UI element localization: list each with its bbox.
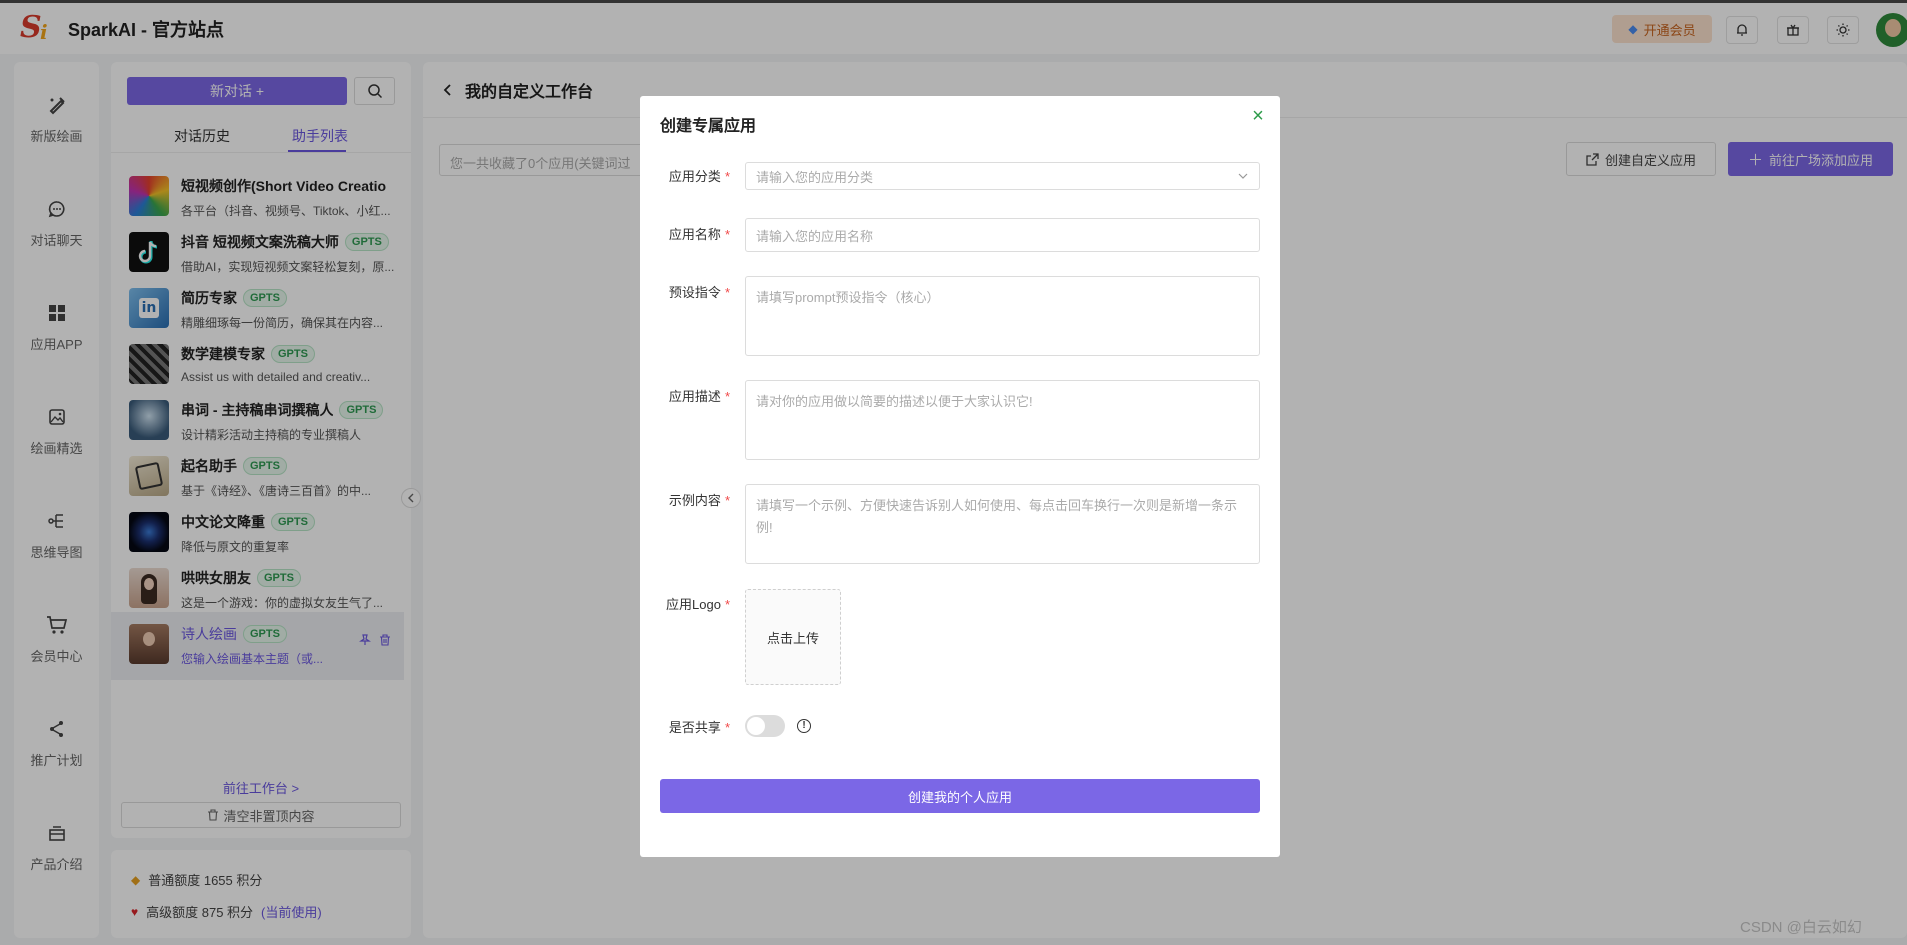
desc-label: 应用描述 * bbox=[640, 386, 730, 405]
name-placeholder: 请输入您的应用名称 bbox=[756, 228, 874, 244]
required-mark: * bbox=[724, 720, 730, 735]
description-textarea[interactable]: 请对你的应用做以简要的描述以便于大家认识它! bbox=[745, 380, 1260, 460]
example-label: 示例内容 * bbox=[640, 490, 730, 509]
category-label-text: 应用分类 bbox=[668, 169, 721, 184]
category-placeholder: 请输入您的应用分类 bbox=[756, 169, 874, 185]
desc-placeholder: 请对你的应用做以简要的描述以便于大家认识它! bbox=[756, 394, 1033, 409]
share-toggle[interactable] bbox=[745, 715, 785, 737]
example-label-text: 示例内容 bbox=[668, 493, 721, 508]
required-mark: * bbox=[724, 169, 730, 184]
chevron-down-icon bbox=[1238, 173, 1248, 179]
prompt-textarea[interactable]: 请填写prompt预设指令（核心） bbox=[745, 276, 1260, 356]
close-icon[interactable]: × bbox=[1249, 106, 1267, 126]
example-textarea[interactable]: 请填写一个示例、方便快速告诉别人如何使用、每点击回车换行一次则是新增一条示例! bbox=[745, 484, 1260, 564]
required-mark: * bbox=[724, 285, 730, 300]
create-app-button[interactable]: 创建我的个人应用 bbox=[660, 779, 1260, 813]
prompt-placeholder: 请填写prompt预设指令（核心） bbox=[756, 290, 940, 305]
upload-label: 点击上传 bbox=[766, 630, 819, 646]
category-select[interactable]: 请输入您的应用分类 bbox=[745, 162, 1260, 190]
modal-title: 创建专属应用 bbox=[660, 118, 757, 135]
app-name-input[interactable]: 请输入您的应用名称 bbox=[745, 218, 1260, 252]
name-label: 应用名称 * bbox=[640, 224, 730, 243]
share-label-text: 是否共享 bbox=[668, 720, 721, 735]
prompt-label: 预设指令 * bbox=[640, 282, 730, 301]
required-mark: * bbox=[724, 493, 730, 508]
create-app-modal: 创建专属应用 × 应用分类 * 请输入您的应用分类 应用名称 * 请输入您的应用名称… bbox=[640, 96, 1280, 857]
required-mark: * bbox=[724, 389, 730, 404]
prompt-label-text: 预设指令 bbox=[668, 285, 721, 300]
logo-label: 应用Logo * bbox=[640, 594, 730, 613]
category-label: 应用分类 * bbox=[640, 166, 730, 185]
info-icon[interactable]: ! bbox=[797, 719, 811, 733]
logo-label-text: 应用Logo bbox=[666, 597, 721, 612]
name-label-text: 应用名称 bbox=[668, 227, 721, 242]
desc-label-text: 应用描述 bbox=[668, 389, 721, 404]
required-mark: * bbox=[724, 597, 730, 612]
watermark: CSDN @白云如幻 bbox=[1740, 919, 1862, 936]
example-placeholder: 请填写一个示例、方便快速告诉别人如何使用、每点击回车换行一次则是新增一条示例! bbox=[756, 498, 1238, 535]
share-label: 是否共享 * bbox=[640, 717, 730, 736]
required-mark: * bbox=[724, 227, 730, 242]
logo-upload[interactable]: 点击上传 bbox=[745, 589, 841, 685]
